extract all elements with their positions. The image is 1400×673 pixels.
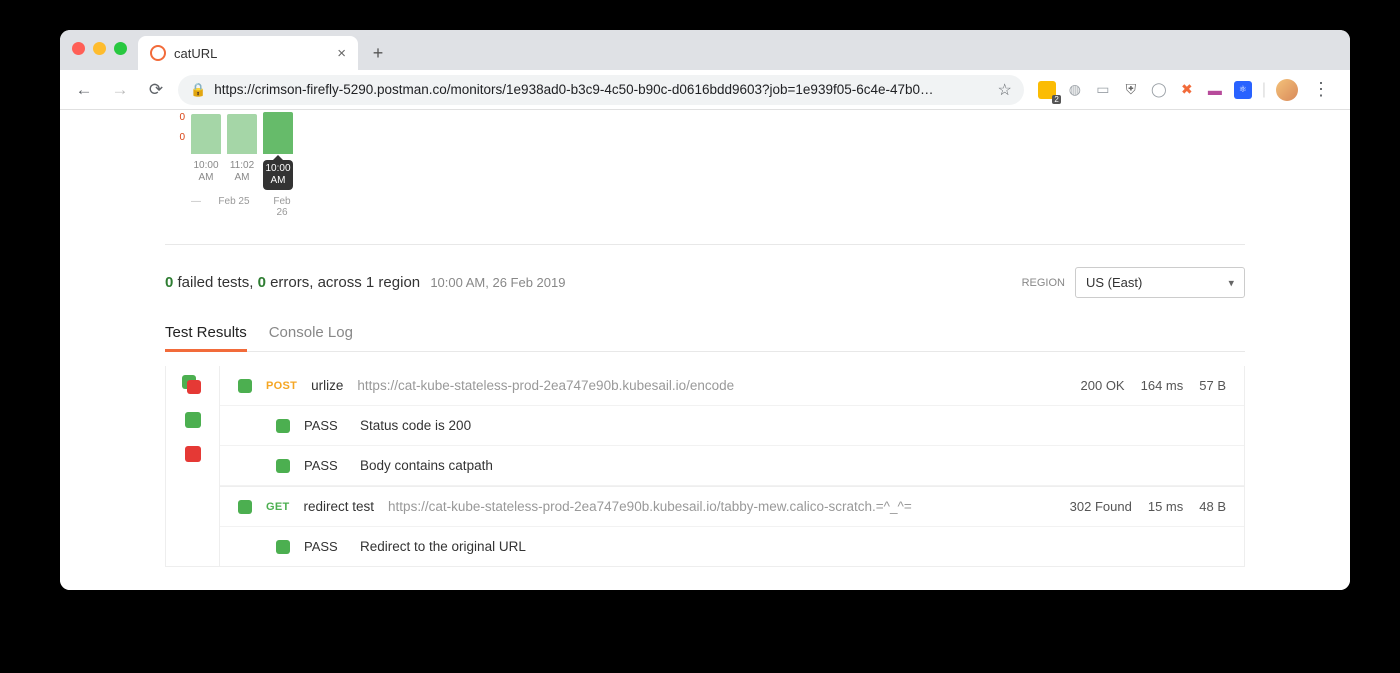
date-group: Feb 25 xyxy=(201,196,267,218)
run-timestamp: 10:00 AM, 26 Feb 2019 xyxy=(430,275,565,290)
status-square-icon xyxy=(276,419,290,433)
y-tick: 0 xyxy=(179,132,185,152)
browser-tabbar: catURL × + xyxy=(60,30,1350,70)
chart-date-labels: — Feb 25 Feb 26 xyxy=(191,196,1245,218)
response-status: 302 Found xyxy=(1070,499,1132,514)
request-url: https://cat-kube-stateless-prod-2ea747e9… xyxy=(357,378,1066,393)
x-tick-selected[interactable]: 10:00 AM xyxy=(263,160,293,190)
y-tick: 0 xyxy=(179,112,185,132)
region-select[interactable]: US (East) xyxy=(1075,267,1245,298)
tab-test-results[interactable]: Test Results xyxy=(165,316,247,351)
status-square-icon xyxy=(238,500,252,514)
region-control: REGION US (East) xyxy=(1022,267,1245,298)
summary-text: 0 failed tests, 0 errors, across 1 regio… xyxy=(165,274,565,291)
lock-icon: 🔒 xyxy=(190,82,206,98)
response-time: 164 ms xyxy=(1141,378,1184,393)
x-tick[interactable]: 11:02 AM xyxy=(227,160,257,190)
filter-failed-button[interactable] xyxy=(185,446,201,462)
page-content: 0 0 10:00 AM 11:02 AM 10:00 AM — Feb 25 … xyxy=(60,110,1350,590)
browser-tab[interactable]: catURL × xyxy=(138,36,358,70)
test-result: PASS xyxy=(304,458,346,473)
request-row[interactable]: POST urlize https://cat-kube-stateless-p… xyxy=(220,366,1244,406)
chart-bars xyxy=(191,112,293,154)
chart-x-axis: 10:00 AM 11:02 AM 10:00 AM xyxy=(191,160,1245,190)
extension-icon[interactable]: ⛨ xyxy=(1122,81,1140,99)
browser-menu-button[interactable]: ⋮ xyxy=(1308,79,1334,100)
address-bar[interactable]: 🔒 https://crimson-firefly-5290.postman.c… xyxy=(178,75,1024,105)
extension-icon[interactable]: 2 xyxy=(1038,81,1056,99)
response-time: 15 ms xyxy=(1148,499,1183,514)
test-result: PASS xyxy=(304,418,346,433)
response-size: 48 B xyxy=(1199,499,1226,514)
filter-passed-button[interactable] xyxy=(185,412,201,428)
chart-bar-selected[interactable] xyxy=(263,112,293,154)
bookmark-star-icon[interactable]: ☆ xyxy=(998,80,1012,100)
tab-title: catURL xyxy=(174,46,329,61)
reload-button[interactable]: ⟳ xyxy=(142,76,170,104)
date-group: Feb 26 xyxy=(267,196,297,218)
request-row[interactable]: GET redirect test https://cat-kube-state… xyxy=(220,486,1244,527)
x-tick[interactable]: 10:00 AM xyxy=(191,160,221,190)
extension-icon[interactable]: ◯ xyxy=(1150,81,1168,99)
request-meta: 200 OK 164 ms 57 B xyxy=(1081,378,1226,393)
extension-icon[interactable]: ✖ xyxy=(1178,81,1196,99)
result-rows: POST urlize https://cat-kube-stateless-p… xyxy=(220,366,1244,566)
postman-favicon-icon xyxy=(150,45,166,61)
response-status: 200 OK xyxy=(1081,378,1125,393)
response-size: 57 B xyxy=(1199,378,1226,393)
request-name: redirect test xyxy=(304,499,375,514)
http-method: GET xyxy=(266,501,290,513)
extension-icons: 2 ◍ ▭ ⛨ ◯ ✖ ▬ ⚛ | ⋮ xyxy=(1032,79,1340,101)
extension-icon[interactable]: ▬ xyxy=(1206,81,1224,99)
test-description: Redirect to the original URL xyxy=(360,539,526,554)
filter-all-button[interactable] xyxy=(185,378,201,394)
url-text: https://crimson-firefly-5290.postman.co/… xyxy=(214,82,989,97)
forward-button[interactable]: → xyxy=(106,76,134,104)
new-tab-button[interactable]: + xyxy=(364,39,392,67)
status-square-icon xyxy=(276,459,290,473)
request-name: urlize xyxy=(311,378,343,393)
profile-avatar[interactable] xyxy=(1276,79,1298,101)
errors-count: 0 xyxy=(258,274,266,291)
test-description: Body contains catpath xyxy=(360,458,493,473)
tab-console-log[interactable]: Console Log xyxy=(269,316,353,351)
summary-row: 0 failed tests, 0 errors, across 1 regio… xyxy=(165,245,1245,316)
close-window-button[interactable] xyxy=(72,42,85,55)
status-square-icon xyxy=(276,540,290,554)
chart-bar[interactable] xyxy=(191,114,221,154)
test-row: PASS Status code is 200 xyxy=(220,406,1244,446)
minimize-window-button[interactable] xyxy=(93,42,106,55)
test-row: PASS Redirect to the original URL xyxy=(220,527,1244,566)
region-label: REGION xyxy=(1022,277,1065,289)
monitor-run-chart: 0 0 xyxy=(165,110,1245,154)
results-tabs: Test Results Console Log xyxy=(165,316,1245,352)
test-row: PASS Body contains catpath xyxy=(220,446,1244,486)
extension-icon[interactable]: ▭ xyxy=(1094,81,1112,99)
browser-window: catURL × + ← → ⟳ 🔒 https://crimson-firef… xyxy=(60,30,1350,590)
extension-icon[interactable]: ◍ xyxy=(1066,81,1084,99)
extension-icon[interactable]: ⚛ xyxy=(1234,81,1252,99)
back-button[interactable]: ← xyxy=(70,76,98,104)
request-meta: 302 Found 15 ms 48 B xyxy=(1070,499,1226,514)
status-square-icon xyxy=(238,379,252,393)
request-url: https://cat-kube-stateless-prod-2ea747e9… xyxy=(388,499,1056,514)
maximize-window-button[interactable] xyxy=(114,42,127,55)
test-results-panel: POST urlize https://cat-kube-stateless-p… xyxy=(165,366,1245,567)
browser-toolbar: ← → ⟳ 🔒 https://crimson-firefly-5290.pos… xyxy=(60,70,1350,110)
extension-badge: 2 xyxy=(1052,95,1060,104)
http-method: POST xyxy=(266,380,297,392)
close-tab-icon[interactable]: × xyxy=(337,45,346,62)
chart-y-axis: 0 0 xyxy=(165,112,185,154)
test-description: Status code is 200 xyxy=(360,418,471,433)
window-controls xyxy=(72,42,127,55)
result-filter-sidebar xyxy=(166,366,220,566)
test-result: PASS xyxy=(304,539,346,554)
chart-bar[interactable] xyxy=(227,114,257,154)
